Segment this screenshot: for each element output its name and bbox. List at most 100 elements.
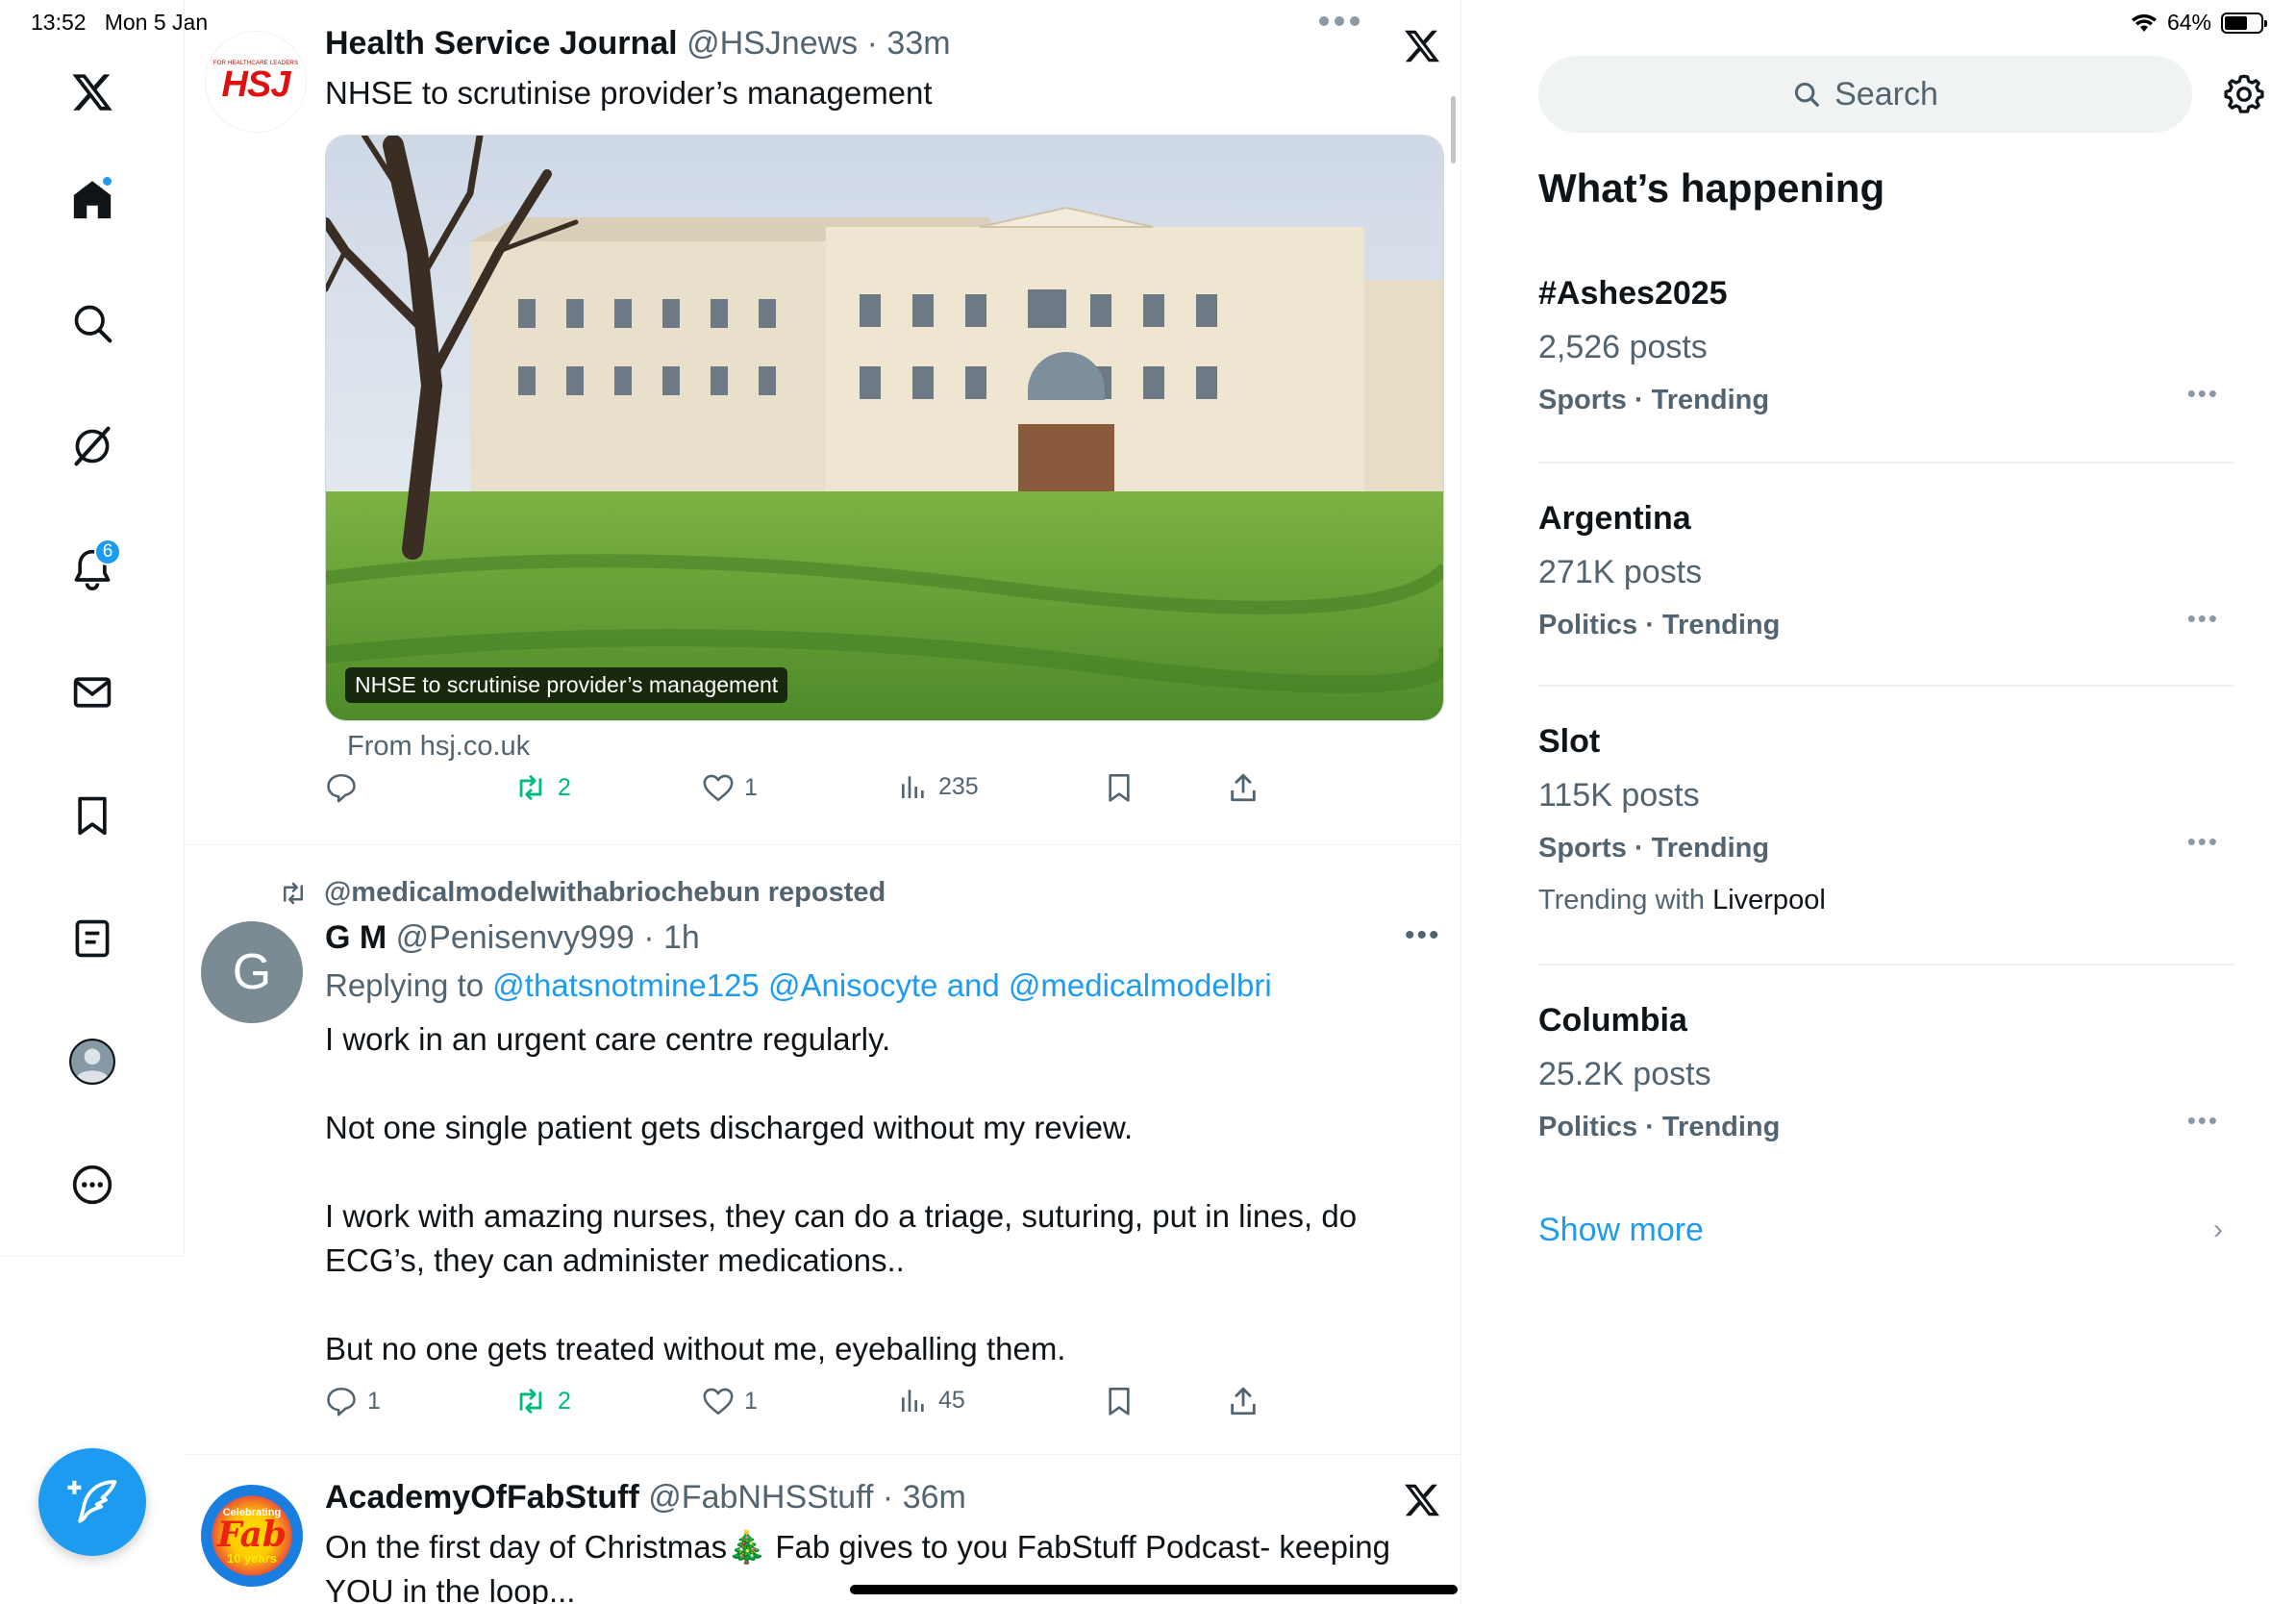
bookmarks-icon[interactable] bbox=[62, 785, 123, 846]
author-name[interactable]: Health Service Journal bbox=[325, 25, 678, 62]
replying-mentions[interactable]: @thatsnotmine125 @Anisocyte and @medical… bbox=[492, 967, 1271, 1003]
replying-prefix: Replying to bbox=[325, 967, 485, 1003]
trend-item[interactable]: Columbia 25.2K posts Politics · Trending… bbox=[1538, 1002, 2234, 1146]
trend-posts: 2,526 posts bbox=[1538, 329, 1708, 365]
trend-posts: 25.2K posts bbox=[1538, 1056, 1711, 1092]
views-button[interactable]: 235 bbox=[898, 771, 979, 802]
heart-icon bbox=[703, 1388, 734, 1416]
like-count: 1 bbox=[744, 1387, 758, 1415]
search-icon[interactable] bbox=[62, 292, 123, 354]
trend-related-term[interactable]: Liverpool bbox=[1712, 885, 1826, 915]
grok-icon[interactable] bbox=[62, 415, 123, 477]
reply-button[interactable]: 1 bbox=[325, 1385, 381, 1417]
like-count: 1 bbox=[744, 773, 758, 801]
share-icon bbox=[1231, 773, 1256, 802]
repost-icon bbox=[284, 882, 303, 904]
avatar-letter: G bbox=[232, 944, 272, 1000]
avatar-logo-text: HSJ bbox=[221, 64, 291, 105]
bookmark-button[interactable] bbox=[1104, 771, 1135, 804]
share-button[interactable] bbox=[1227, 1385, 1260, 1417]
avatar[interactable]: FOR HEALTHCARE LEADERS HSJ bbox=[205, 31, 307, 133]
views-icon bbox=[902, 776, 924, 798]
trend-posts: 115K posts bbox=[1538, 777, 1700, 814]
home-icon[interactable] bbox=[62, 169, 123, 231]
author-handle[interactable]: @HSJnews bbox=[686, 25, 858, 62]
avatar[interactable]: Celebrating Fab 10 years bbox=[201, 1485, 303, 1587]
bookmark-button[interactable] bbox=[1104, 1385, 1135, 1417]
show-more-label: Show more bbox=[1538, 1212, 1704, 1248]
show-more-link[interactable]: Show more › bbox=[1538, 1212, 2234, 1249]
avatar[interactable]: G bbox=[201, 921, 303, 1023]
tweet-header: Health Service Journal @HSJnews · 33m bbox=[325, 25, 951, 62]
repost-button[interactable]: 2 bbox=[513, 771, 571, 804]
timeline[interactable]: FOR HEALTHCARE LEADERS HSJ Health Servic… bbox=[186, 0, 1461, 1604]
status-indicators: 64% bbox=[2131, 10, 2267, 36]
more-options-icon[interactable]: ••• bbox=[1405, 919, 1441, 952]
tweet-time[interactable]: 33m bbox=[886, 25, 950, 62]
link-source[interactable]: From hsj.co.uk bbox=[347, 731, 530, 763]
chevron-right-icon: › bbox=[2213, 1214, 2223, 1245]
x-logo-icon bbox=[1405, 30, 1440, 63]
author-name[interactable]: AcademyOfFabStuff bbox=[325, 1479, 639, 1516]
tweet-divider bbox=[186, 844, 1460, 845]
trend-category: Sports · Trending bbox=[1538, 833, 1770, 864]
like-button[interactable]: 1 bbox=[702, 771, 758, 804]
battery-percent: 64% bbox=[2166, 10, 2211, 35]
gear-icon[interactable] bbox=[2223, 73, 2265, 115]
trend-related: Trending with Liverpool bbox=[1538, 885, 1826, 916]
search-input[interactable]: Search bbox=[1538, 56, 2192, 133]
media-caption: NHSE to scrutinise provider’s management bbox=[345, 667, 788, 703]
repost-icon bbox=[519, 775, 542, 800]
share-button[interactable] bbox=[1227, 771, 1260, 804]
reply-button[interactable] bbox=[325, 771, 367, 804]
views-button[interactable]: 45 bbox=[898, 1385, 965, 1416]
trend-name: Columbia bbox=[1538, 1002, 1687, 1039]
trend-item[interactable]: Slot 115K posts Sports · Trending Trendi… bbox=[1538, 723, 2234, 925]
reply-count: 1 bbox=[367, 1387, 381, 1415]
trend-more-icon[interactable]: ••• bbox=[2187, 827, 2219, 857]
repost-button[interactable]: 2 bbox=[513, 1385, 571, 1417]
views-count: 235 bbox=[938, 772, 979, 800]
trend-category: Sports · Trending bbox=[1538, 385, 1770, 415]
messages-icon[interactable] bbox=[62, 662, 123, 723]
trend-more-icon[interactable]: ••• bbox=[2187, 604, 2219, 634]
battery-icon bbox=[2221, 12, 2267, 34]
trend-divider bbox=[1538, 685, 2234, 687]
x-logo-icon[interactable] bbox=[62, 62, 123, 123]
tweet-time[interactable]: 1h bbox=[663, 919, 700, 956]
x-logo-icon bbox=[1405, 1484, 1440, 1516]
tweet-media[interactable]: NHSE to scrutinise provider’s management bbox=[325, 135, 1444, 721]
author-handle[interactable]: @FabNHSStuff bbox=[648, 1479, 873, 1516]
trend-related-prefix: Trending with bbox=[1538, 885, 1706, 915]
tweet[interactable]: FOR HEALTHCARE LEADERS HSJ Health Servic… bbox=[186, 0, 1460, 844]
more-icon[interactable] bbox=[62, 1154, 123, 1216]
trend-item[interactable]: #Ashes2025 2,526 posts Sports · Trending… bbox=[1538, 275, 2234, 419]
left-nav: 6 bbox=[0, 0, 185, 1256]
notifications-icon[interactable]: 6 bbox=[62, 539, 123, 600]
like-button[interactable]: 1 bbox=[702, 1385, 758, 1417]
trend-more-icon[interactable]: ••• bbox=[2187, 1106, 2219, 1136]
trend-divider bbox=[1538, 964, 2234, 965]
compose-button[interactable] bbox=[38, 1448, 146, 1556]
tweet-time[interactable]: 36m bbox=[903, 1479, 966, 1516]
repost-count: 2 bbox=[558, 1387, 571, 1415]
search-placeholder: Search bbox=[1834, 75, 1938, 113]
repost-context: @medicalmodelwithabriochebun reposted bbox=[278, 877, 886, 909]
tweet-actions: 2 1 235 bbox=[325, 771, 1450, 814]
trend-item[interactable]: Argentina 271K posts Politics · Trending… bbox=[1538, 500, 2234, 644]
lists-icon[interactable] bbox=[62, 908, 123, 969]
reposted-by[interactable]: @medicalmodelwithabriochebun reposted bbox=[324, 877, 886, 909]
reply-icon bbox=[327, 773, 356, 803]
search-icon bbox=[1795, 82, 1819, 107]
tweet-text: I work in an urgent care centre regularl… bbox=[325, 1021, 1358, 1366]
trend-more-icon[interactable]: ••• bbox=[2187, 379, 2219, 409]
nav-divider bbox=[0, 1256, 185, 1257]
trend-name: #Ashes2025 bbox=[1538, 275, 1728, 312]
profile-icon[interactable] bbox=[62, 1031, 123, 1092]
trend-category: Politics · Trending bbox=[1538, 1112, 1781, 1142]
home-indicator[interactable] bbox=[850, 1585, 1458, 1594]
author-handle[interactable]: @Penisenvy999 bbox=[396, 919, 635, 956]
author-name[interactable]: G M bbox=[325, 919, 387, 956]
views-icon bbox=[902, 1390, 924, 1412]
views-count: 45 bbox=[938, 1386, 965, 1414]
